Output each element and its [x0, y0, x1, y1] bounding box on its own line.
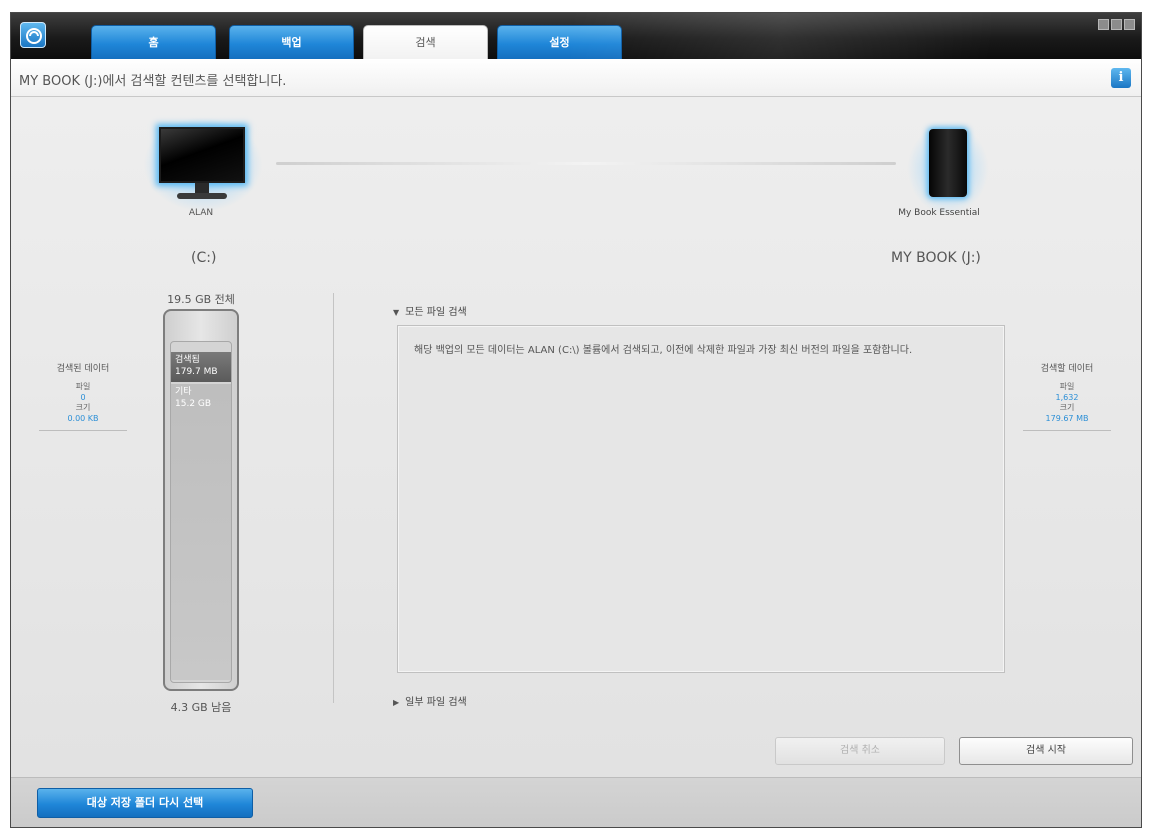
tab-backup[interactable]: 백업: [229, 25, 354, 59]
files-label: 파일: [1059, 382, 1075, 391]
vertical-divider: [333, 293, 334, 703]
app-window: 홈 백업 검색 설정 MY BOOK (J:)에서 검색할 컨텐츠를 선택합니다…: [10, 12, 1142, 828]
retrieve-all-content: 해당 백업의 모든 데이터는 ALAN (C:\) 볼륨에서 검색되고, 이전에…: [397, 325, 1005, 673]
cancel-retrieve-button[interactable]: 검색 취소: [775, 737, 945, 765]
target-drive-label: MY BOOK (J:): [891, 250, 981, 266]
retrieve-all-label: 모든 파일 검색: [405, 307, 467, 318]
retrieve-panel: ALAN (C:) My Book Essential MY BOOK (J:)…: [11, 97, 1141, 777]
size-label: 크기: [75, 403, 91, 412]
segment-other-size: 15.2 GB: [175, 399, 212, 409]
size-value: 0.00 KB: [67, 414, 99, 423]
segment-retrieved-size: 179.7 MB: [175, 367, 218, 377]
maximize-button[interactable]: [1111, 19, 1122, 30]
connection-line: [276, 162, 896, 165]
tab-settings[interactable]: 설정: [497, 25, 622, 59]
header-bar: MY BOOK (J:)에서 검색할 컨텐츠를 선택합니다. i: [11, 59, 1141, 97]
computer-name: ALAN: [188, 208, 214, 218]
collapsed-triangle-icon: ▶: [393, 698, 400, 707]
retrieve-all-description: 해당 백업의 모든 데이터는 ALAN (C:\) 볼륨에서 검색되고, 이전에…: [414, 345, 913, 356]
minimize-button[interactable]: [1098, 19, 1109, 30]
retrieve-some-toggle[interactable]: ▶ 일부 파일 검색: [393, 693, 467, 708]
retrieved-data-stats: 검색된 데이터 파일 0 크기 0.00 KB: [39, 361, 127, 431]
expanded-triangle-icon: ▼: [393, 308, 400, 317]
capacity-gauge-inner: 검색됨 179.7 MB 기타 15.2 GB: [170, 341, 232, 683]
capacity-segment-retrieved: 검색됨 179.7 MB: [171, 352, 231, 382]
external-drive-icon: [923, 123, 973, 203]
size-value: 179.67 MB: [1045, 414, 1089, 423]
segment-other-label: 기타: [175, 387, 192, 397]
wd-logo-icon: [20, 22, 46, 48]
drive-device-name: My Book Essential: [898, 208, 980, 218]
to-retrieve-data-stats: 검색할 데이터 파일 1,632 크기 179.67 MB: [1023, 361, 1111, 431]
page-instruction: MY BOOK (J:)에서 검색할 컨텐츠를 선택합니다.: [19, 74, 287, 89]
capacity-gauge: 검색됨 179.7 MB 기타 15.2 GB: [163, 309, 239, 691]
stats-title: 검색된 데이터: [56, 364, 110, 374]
retrieve-all-toggle[interactable]: ▼ 모든 파일 검색: [393, 303, 467, 318]
title-bar: 홈 백업 검색 설정: [11, 13, 1141, 59]
reselect-destination-button[interactable]: 대상 저장 폴더 다시 선택: [37, 788, 253, 818]
stats-title: 검색할 데이터: [1040, 364, 1094, 374]
capacity-segment-other: 기타 15.2 GB: [171, 384, 231, 680]
source-drive-label: (C:): [191, 250, 217, 266]
computer-monitor-icon: [151, 123, 251, 207]
retrieve-some-label: 일부 파일 검색: [405, 697, 467, 708]
files-value: 1,632: [1055, 393, 1079, 402]
footer-bar: 대상 저장 폴더 다시 선택: [11, 777, 1141, 827]
close-button[interactable]: [1124, 19, 1135, 30]
tab-home[interactable]: 홈: [91, 25, 216, 59]
tab-retrieve[interactable]: 검색: [363, 25, 488, 59]
segment-retrieved-label: 검색됨: [175, 355, 200, 365]
files-value: 0: [80, 393, 86, 402]
capacity-total: 19.5 GB 전체: [167, 293, 235, 306]
capacity-free: 4.3 GB 남음: [170, 701, 232, 714]
info-icon[interactable]: i: [1111, 68, 1131, 88]
files-label: 파일: [75, 382, 91, 391]
size-label: 크기: [1059, 403, 1075, 412]
window-controls: [1098, 19, 1135, 30]
start-retrieve-button[interactable]: 검색 시작: [959, 737, 1133, 765]
